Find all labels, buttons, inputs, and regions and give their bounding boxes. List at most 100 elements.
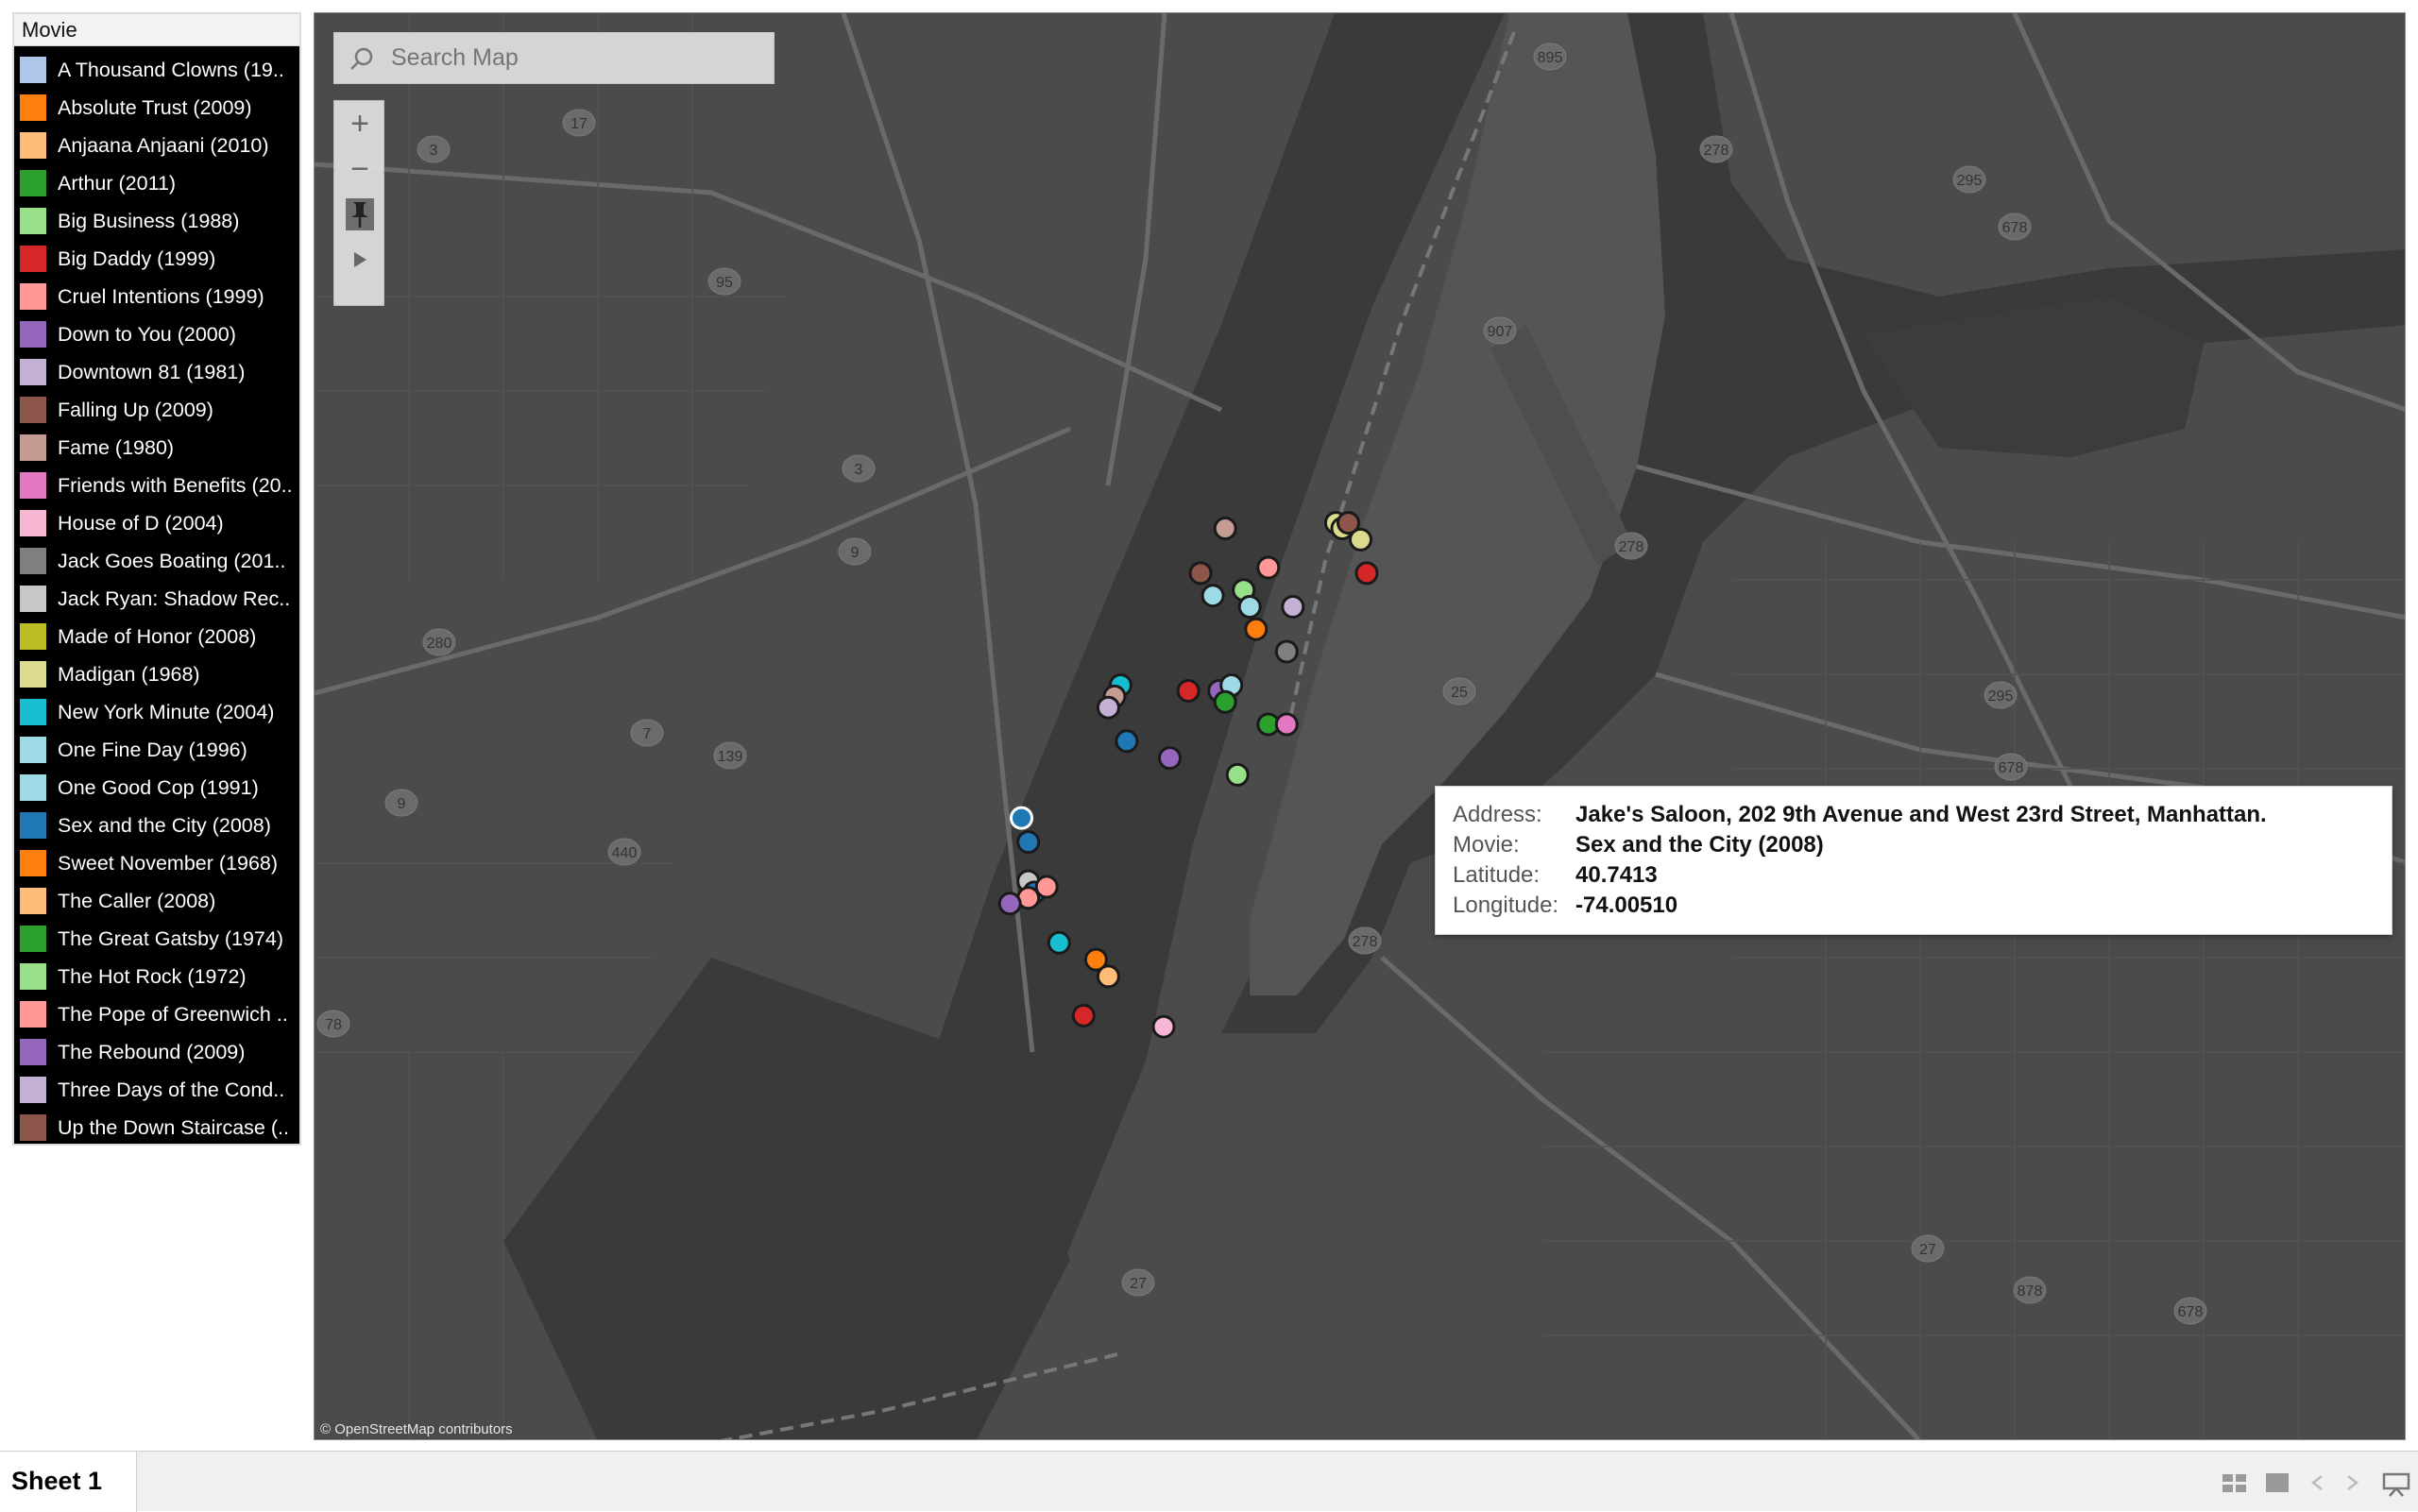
presentation-mode-icon[interactable] <box>2382 1472 2410 1503</box>
road-shield: 139 <box>713 741 747 770</box>
legend-item[interactable]: Three Days of the Cond.. <box>14 1071 299 1109</box>
legend-item[interactable]: Fame (1980) <box>14 429 299 467</box>
legend-item-label: Cruel Intentions (1999) <box>58 284 264 308</box>
road-shield: 3 <box>842 454 876 483</box>
legend-item[interactable]: Sweet November (1968) <box>14 844 299 882</box>
legend-swatch <box>20 283 46 310</box>
legend-item[interactable]: The Great Gatsby (1974) <box>14 920 299 958</box>
svg-text:25: 25 <box>1451 685 1468 701</box>
svg-text:678: 678 <box>2002 220 2028 236</box>
legend-item-label: Anjaana Anjaani (2010) <box>58 133 269 157</box>
legend-swatch <box>20 321 46 348</box>
legend-item[interactable]: Madigan (1968) <box>14 655 299 693</box>
location-marker[interactable] <box>1354 561 1379 586</box>
zoom-in-button[interactable]: + <box>334 101 385 146</box>
legend-item[interactable]: Jack Ryan: Shadow Rec.. <box>14 580 299 618</box>
location-marker[interactable] <box>1096 695 1120 720</box>
expand-toolbar-button[interactable] <box>334 237 385 282</box>
show-filmstrip-icon[interactable] <box>2265 1472 2290 1499</box>
pin-map-button[interactable] <box>334 192 385 237</box>
location-marker[interactable] <box>1274 639 1299 664</box>
tooltip-value: 40.7413 <box>1575 862 1658 888</box>
location-marker[interactable] <box>1213 517 1237 540</box>
legend-item[interactable]: House of D (2004) <box>14 504 299 542</box>
legend-item[interactable]: Cruel Intentions (1999) <box>14 278 299 315</box>
play-arrow-icon <box>354 252 366 267</box>
legend-swatch <box>20 623 46 650</box>
search-icon <box>350 47 373 70</box>
location-marker[interactable] <box>1349 527 1372 552</box>
legend-swatch <box>20 94 46 121</box>
location-marker[interactable] <box>1047 930 1071 955</box>
zoom-out-button[interactable]: − <box>334 146 385 192</box>
location-marker[interactable] <box>1237 595 1262 619</box>
legend-item[interactable]: Big Daddy (1999) <box>14 240 299 278</box>
road-shield: 895 <box>1533 42 1567 71</box>
road-shield: 17 <box>562 109 596 137</box>
svg-text:9: 9 <box>398 796 406 812</box>
legend-item[interactable]: Downtown 81 (1981) <box>14 353 299 391</box>
legend-item-label: Downtown 81 (1981) <box>58 360 246 383</box>
legend-item[interactable]: The Hot Rock (1972) <box>14 958 299 995</box>
legend-item[interactable]: Big Business (1988) <box>14 202 299 240</box>
legend-item[interactable]: One Good Cop (1991) <box>14 769 299 807</box>
location-marker[interactable] <box>1200 584 1225 608</box>
legend-swatch <box>20 926 46 952</box>
road-shield: 9 <box>838 537 872 566</box>
next-sheet-icon[interactable] <box>2346 1472 2359 1499</box>
legend-item[interactable]: Up the Down Staircase (.. <box>14 1109 299 1147</box>
legend-item[interactable]: Anjaana Anjaani (2010) <box>14 127 299 164</box>
location-marker[interactable] <box>1225 762 1250 787</box>
legend-item-label: Falling Up (2009) <box>58 398 213 421</box>
tab-sheet-1[interactable]: Sheet 1 <box>0 1452 137 1512</box>
legend-item[interactable]: Down to You (2000) <box>14 315 299 353</box>
legend-item[interactable]: Sex and the City (2008) <box>14 807 299 844</box>
location-marker[interactable] <box>1188 561 1213 586</box>
legend-item[interactable]: The Pope of Greenwich .. <box>14 995 299 1033</box>
selected-location-marker[interactable] <box>1010 806 1033 830</box>
legend-swatch <box>20 1039 46 1065</box>
legend-item[interactable]: The Caller (2008) <box>14 882 299 920</box>
map-search-box[interactable] <box>333 32 775 84</box>
location-marker[interactable] <box>1096 964 1120 989</box>
road-shield: 25 <box>1442 677 1476 705</box>
legend-item[interactable]: Falling Up (2009) <box>14 391 299 429</box>
movie-legend: Movie A Thousand Clowns (19.. Absolute Tr… <box>12 12 301 1146</box>
svg-text:7: 7 <box>643 726 652 742</box>
location-marker[interactable] <box>1274 712 1299 737</box>
location-marker[interactable] <box>1256 555 1281 580</box>
legend-item[interactable]: Arthur (2011) <box>14 164 299 202</box>
legend-item[interactable]: One Fine Day (1996) <box>14 731 299 769</box>
location-marker[interactable] <box>1071 1003 1096 1028</box>
location-marker[interactable] <box>1151 1014 1176 1039</box>
map-canvas[interactable]: 895 17 3 95 278 295 678 907 3 9 278 280 25 295 7 139 678… <box>315 13 2406 1440</box>
legend-item[interactable]: Made of Honor (2008) <box>14 618 299 655</box>
legend-item[interactable]: Absolute Trust (2009) <box>14 89 299 127</box>
location-marker[interactable] <box>1176 679 1200 703</box>
prev-sheet-icon[interactable] <box>2310 1472 2324 1499</box>
legend-item[interactable]: Jack Goes Boating (201.. <box>14 542 299 580</box>
legend-item-label: A Thousand Clowns (19.. <box>58 58 284 81</box>
legend-item-label: Big Daddy (1999) <box>58 246 216 270</box>
location-marker[interactable] <box>1158 746 1182 771</box>
tooltip-value: Sex and the City (2008) <box>1575 832 1824 858</box>
pin-icon <box>346 198 374 230</box>
legend-item[interactable]: Friends with Benefits (20.. <box>14 467 299 504</box>
location-marker[interactable] <box>1213 689 1237 714</box>
svg-text:9: 9 <box>851 545 860 561</box>
location-marker[interactable] <box>997 892 1022 916</box>
map-view[interactable]: 895 17 3 95 278 295 678 907 3 9 278 280 25 295 7 139 678… <box>314 12 2406 1440</box>
legend-item[interactable]: New York Minute (2004) <box>14 693 299 731</box>
road-shield: 280 <box>422 628 456 656</box>
legend-item-label: Fame (1980) <box>58 435 175 459</box>
legend-item[interactable]: A Thousand Clowns (19.. <box>14 51 299 89</box>
show-sheet-sorter-icon[interactable] <box>2222 1472 2248 1499</box>
svg-text:280: 280 <box>427 636 452 652</box>
location-marker[interactable] <box>1281 595 1305 619</box>
legend-item[interactable]: The Rebound (2009) <box>14 1033 299 1071</box>
map-attribution[interactable]: © OpenStreetMap contributors <box>320 1421 513 1437</box>
location-marker[interactable] <box>1244 617 1269 641</box>
location-marker[interactable] <box>1115 729 1139 754</box>
search-input[interactable] <box>391 44 750 72</box>
location-marker[interactable] <box>1016 830 1041 855</box>
